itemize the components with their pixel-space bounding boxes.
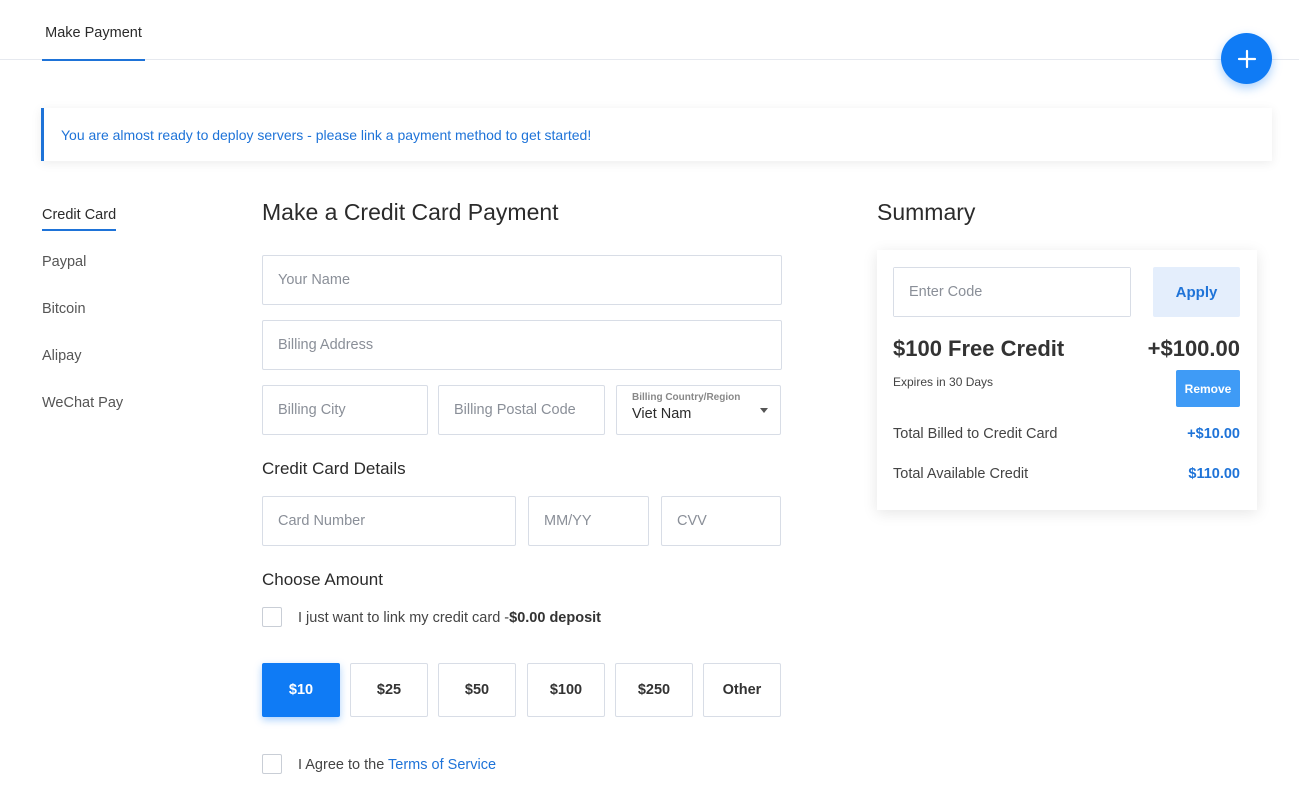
available-credit-label: Total Available Credit [893, 466, 1029, 482]
city-field[interactable] [262, 385, 428, 435]
menu-item-wechat-pay[interactable]: WeChat Pay [42, 395, 123, 442]
top-tab-bar: Make Payment [0, 0, 1299, 61]
promo-code-field[interactable] [893, 267, 1131, 317]
name-field[interactable] [262, 255, 782, 305]
billed-value: +$10.00 [1187, 426, 1240, 442]
agree-terms-checkbox[interactable] [262, 754, 282, 774]
credit-amount: +$100.00 [1147, 336, 1240, 361]
available-credit-value: $110.00 [1188, 466, 1240, 482]
payment-notice-banner: You are almost ready to deploy servers -… [41, 108, 1272, 161]
remove-button[interactable]: Remove [1176, 370, 1240, 407]
choose-amount-heading: Choose Amount [262, 570, 383, 589]
credit-expiry: Expires in 30 Days [893, 375, 994, 389]
notice-text: You are almost ready to deploy servers -… [61, 126, 592, 143]
address-field[interactable] [262, 320, 782, 370]
menu-item-alipay[interactable]: Alipay [42, 348, 123, 395]
summary-card: Apply $100 Free Credit +$100.00 Expires … [877, 250, 1257, 510]
form-title: Make a Credit Card Payment [262, 199, 559, 225]
amount-option-other[interactable]: Other [703, 663, 781, 717]
menu-item-paypal[interactable]: Paypal [42, 254, 123, 301]
billed-label: Total Billed to Credit Card [893, 426, 1058, 442]
agree-terms-label: I Agree to the Terms of Service [298, 757, 497, 773]
postal-code-input[interactable] [439, 386, 604, 434]
expiry-input[interactable] [529, 497, 648, 545]
terms-of-service-link[interactable]: Terms of Service [388, 757, 496, 773]
amount-option-100[interactable]: $100 [527, 663, 605, 717]
amount-option-25[interactable]: $25 [350, 663, 428, 717]
caret-down-icon [760, 408, 768, 413]
name-input[interactable] [263, 256, 781, 304]
card-number-input[interactable] [263, 497, 515, 545]
link-only-checkbox[interactable] [262, 607, 282, 627]
deposit-amount: $0.00 deposit [509, 610, 601, 626]
link-only-label: I just want to link my credit card -$0.0… [298, 610, 601, 626]
country-select-value: Viet Nam [632, 406, 692, 422]
country-select-label: Billing Country/Region [632, 392, 741, 403]
cvv-field[interactable] [661, 496, 781, 546]
add-button[interactable] [1221, 33, 1272, 84]
cvv-input[interactable] [662, 497, 780, 545]
card-details-heading: Credit Card Details [262, 459, 406, 478]
address-input[interactable] [263, 321, 781, 369]
apply-button[interactable]: Apply [1153, 267, 1240, 317]
credit-title: $100 Free Credit [893, 336, 1065, 361]
amount-option-50[interactable]: $50 [438, 663, 516, 717]
card-number-field[interactable] [262, 496, 516, 546]
tab-make-payment[interactable]: Make Payment [42, 25, 145, 61]
expiry-field[interactable] [528, 496, 649, 546]
payment-method-menu: Credit Card Paypal Bitcoin Alipay WeChat… [42, 207, 123, 442]
city-input[interactable] [263, 386, 427, 434]
promo-code-input[interactable] [894, 268, 1130, 316]
menu-item-bitcoin[interactable]: Bitcoin [42, 301, 123, 348]
summary-title: Summary [877, 199, 976, 225]
country-select[interactable]: Billing Country/Region Viet Nam [616, 385, 781, 435]
menu-item-credit-card[interactable]: Credit Card [42, 207, 123, 254]
plus-icon [1237, 49, 1256, 68]
postal-code-field[interactable] [438, 385, 605, 435]
amount-option-10[interactable]: $10 [262, 663, 340, 717]
amount-option-250[interactable]: $250 [615, 663, 693, 717]
